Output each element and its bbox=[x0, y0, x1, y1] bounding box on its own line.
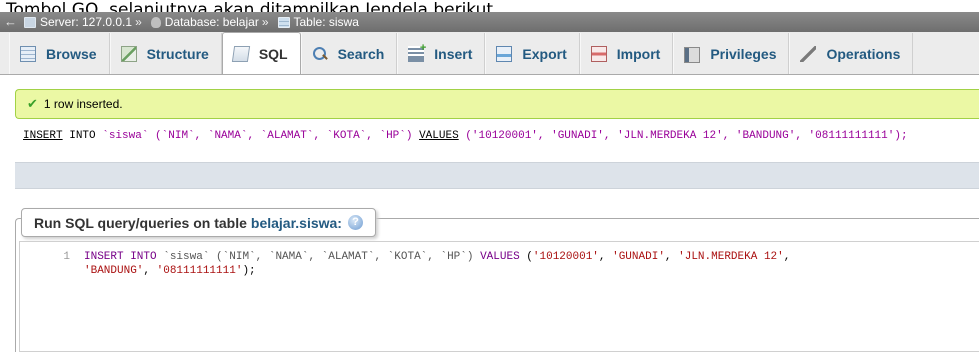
code-string: 'BANDUNG' bbox=[84, 265, 144, 277]
sql-keyword-insert[interactable]: INSERT bbox=[23, 130, 63, 142]
line-number: 1 bbox=[63, 251, 70, 263]
tab-import-label: Import bbox=[616, 45, 661, 62]
sql-keyword-values[interactable]: VALUES bbox=[419, 130, 459, 142]
database-icon bbox=[150, 16, 161, 28]
query-options-strip bbox=[15, 162, 979, 189]
tab-operations[interactable]: Operations bbox=[789, 33, 914, 74]
code-punct: , bbox=[664, 251, 679, 263]
code-string: 'JLN.MERDEKA 12' bbox=[678, 251, 784, 263]
success-message-text: 1 row inserted. bbox=[43, 97, 123, 111]
tab-import[interactable]: Import bbox=[579, 33, 674, 74]
code-punct: , bbox=[598, 251, 613, 263]
breadcrumb: ← Server: 127.0.0.1 » Database: belajar … bbox=[0, 12, 979, 32]
tab-browse-label: Browse bbox=[46, 45, 97, 62]
search-icon bbox=[312, 46, 328, 62]
tab-sql-label: SQL bbox=[258, 45, 288, 62]
breadcrumb-server-label[interactable]: Server: 127.0.0.1 bbox=[40, 12, 132, 32]
tab-sql[interactable]: SQL bbox=[221, 32, 301, 74]
tab-search-label: Search bbox=[337, 45, 385, 62]
sql-code[interactable]: INSERT INTO `siswa` (`NIM`, `NAMA`, `ALA… bbox=[84, 250, 974, 278]
code-punct: ); bbox=[242, 265, 256, 277]
tab-structure[interactable]: Structure bbox=[109, 33, 222, 74]
help-icon[interactable]: ? bbox=[347, 215, 363, 230]
tab-operations-label: Operations bbox=[826, 45, 901, 62]
breadcrumb-server[interactable]: Server: 127.0.0.1 bbox=[18, 12, 132, 32]
operations-icon bbox=[800, 45, 817, 62]
tab-insert[interactable]: Insert bbox=[397, 33, 486, 74]
code-keyword: VALUES bbox=[480, 251, 520, 263]
privileges-icon bbox=[684, 47, 701, 63]
breadcrumb-database[interactable]: Database: belajar bbox=[145, 12, 259, 32]
browse-icon bbox=[20, 45, 36, 62]
tab-structure-label: Structure bbox=[146, 45, 209, 62]
table-icon bbox=[277, 16, 290, 28]
sql-table-part: `siswa` (`NIM`, `NAMA`, `ALAMAT`, `KOTA`… bbox=[95, 130, 420, 142]
breadcrumb-table[interactable]: Table: siswa bbox=[272, 12, 359, 32]
legend-prefix: Run SQL query/queries on table bbox=[34, 214, 247, 231]
code-punct: ( bbox=[519, 251, 533, 263]
tab-bar: Browse Structure SQL Search Insert Expor… bbox=[0, 32, 979, 75]
legend-table-link[interactable]: belajar.siswa: bbox=[251, 215, 342, 231]
breadcrumb-separator: » bbox=[261, 15, 269, 29]
code-punct: , bbox=[143, 265, 157, 277]
sql-icon bbox=[231, 45, 250, 62]
back-arrow-icon[interactable]: ← bbox=[4, 12, 18, 32]
check-icon: ✔ bbox=[27, 96, 38, 111]
tab-export[interactable]: Export bbox=[485, 33, 580, 74]
breadcrumb-database-label[interactable]: Database: belajar bbox=[165, 12, 259, 32]
code-keyword: INSERT INTO bbox=[84, 251, 157, 263]
breadcrumb-table-label[interactable]: Table: siswa bbox=[294, 12, 359, 32]
sql-query-editor[interactable]: 1 INSERT INTO `siswa` (`NIM`, `NAMA`, `A… bbox=[19, 241, 979, 352]
tab-search[interactable]: Search bbox=[300, 33, 398, 74]
structure-icon bbox=[120, 45, 137, 62]
code-identifiers: `siswa` (`NIM`, `NAMA`, `ALAMAT`, `KOTA`… bbox=[156, 251, 481, 263]
code-string: '08111111111' bbox=[156, 265, 243, 277]
tab-browse[interactable]: Browse bbox=[9, 33, 110, 74]
insert-icon bbox=[408, 42, 426, 62]
server-icon bbox=[24, 16, 36, 28]
sql-query-legend: Run SQL query/queries on table belajar.s… bbox=[21, 208, 376, 237]
import-icon bbox=[590, 45, 607, 62]
sql-keyword-into: INTO bbox=[69, 130, 96, 142]
code-string: '10120001' bbox=[532, 251, 599, 263]
tab-insert-label: Insert bbox=[434, 45, 473, 62]
tab-export-label: Export bbox=[522, 45, 567, 62]
tab-privileges[interactable]: Privileges bbox=[673, 33, 790, 74]
success-message: ✔ 1 row inserted. bbox=[15, 89, 979, 119]
executed-sql-query: INSERT INTO `siswa` (`NIM`, `NAMA`, `ALA… bbox=[15, 120, 979, 162]
breadcrumb-separator: » bbox=[135, 15, 142, 29]
export-icon bbox=[496, 45, 513, 62]
sql-values-part: ('10120001', 'GUNADI', 'JLN.MERDEKA 12',… bbox=[458, 130, 908, 142]
code-punct: , bbox=[783, 251, 791, 263]
code-string: 'GUNADI' bbox=[612, 251, 665, 263]
tab-privileges-label: Privileges bbox=[710, 45, 777, 62]
